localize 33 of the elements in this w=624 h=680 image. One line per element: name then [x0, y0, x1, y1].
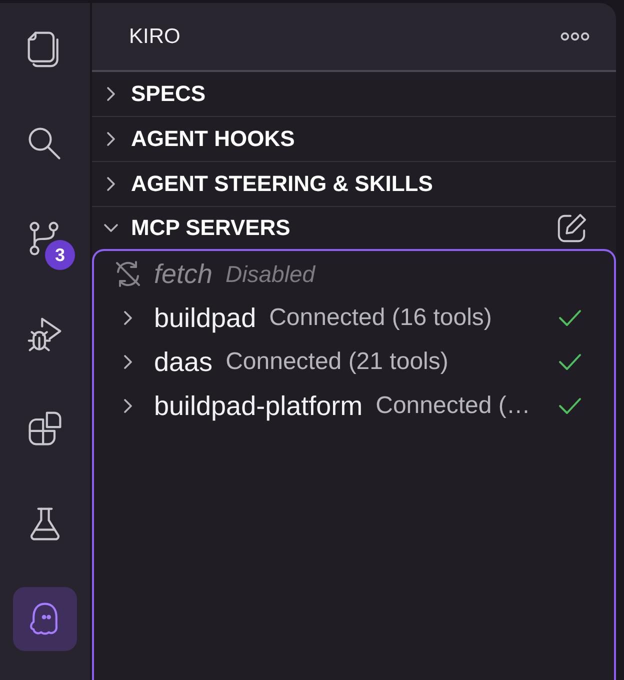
server-status: Connected (16 tools) [269, 304, 492, 332]
panel-title: KIRO [129, 24, 180, 48]
section-header[interactable]: MCP SERVERS [92, 207, 555, 249]
server-status: Connected (… [376, 392, 530, 420]
chevron-icon[interactable] [122, 309, 134, 327]
more-icon [560, 31, 590, 42]
chevron-icon [104, 131, 118, 147]
play-bug-icon [26, 315, 64, 353]
activity-tab[interactable]: 3 [13, 207, 77, 271]
blocks-icon [26, 410, 64, 448]
sync-off-icon [114, 260, 142, 288]
chevron-icon[interactable] [122, 397, 134, 415]
check-icon [558, 309, 582, 327]
server-name[interactable]: buildpad [154, 302, 256, 334]
server-name[interactable]: buildpad-platform [154, 390, 363, 422]
activity-tab[interactable] [13, 587, 77, 651]
check-icon [558, 353, 582, 371]
check-icon [558, 397, 582, 415]
server-name[interactable]: fetch [154, 258, 213, 290]
chevron-icon [104, 86, 118, 102]
chevron-icon [103, 221, 119, 235]
chevron-icon[interactable] [122, 353, 134, 371]
server-status: Disabled [226, 260, 316, 288]
section-header[interactable]: AGENT STEERING & SKILLS [92, 162, 588, 206]
more-button[interactable] [560, 31, 590, 42]
edit-icon [555, 212, 588, 244]
server-status: Connected (21 tools) [226, 348, 448, 376]
edit-button[interactable] [555, 212, 588, 244]
chevron-icon [104, 176, 118, 192]
section-header[interactable]: SPECS [92, 72, 588, 116]
section-header[interactable]: AGENT HOOKS [92, 117, 588, 161]
count-badge: 3 [45, 240, 75, 270]
server-name[interactable]: daas [154, 346, 213, 378]
